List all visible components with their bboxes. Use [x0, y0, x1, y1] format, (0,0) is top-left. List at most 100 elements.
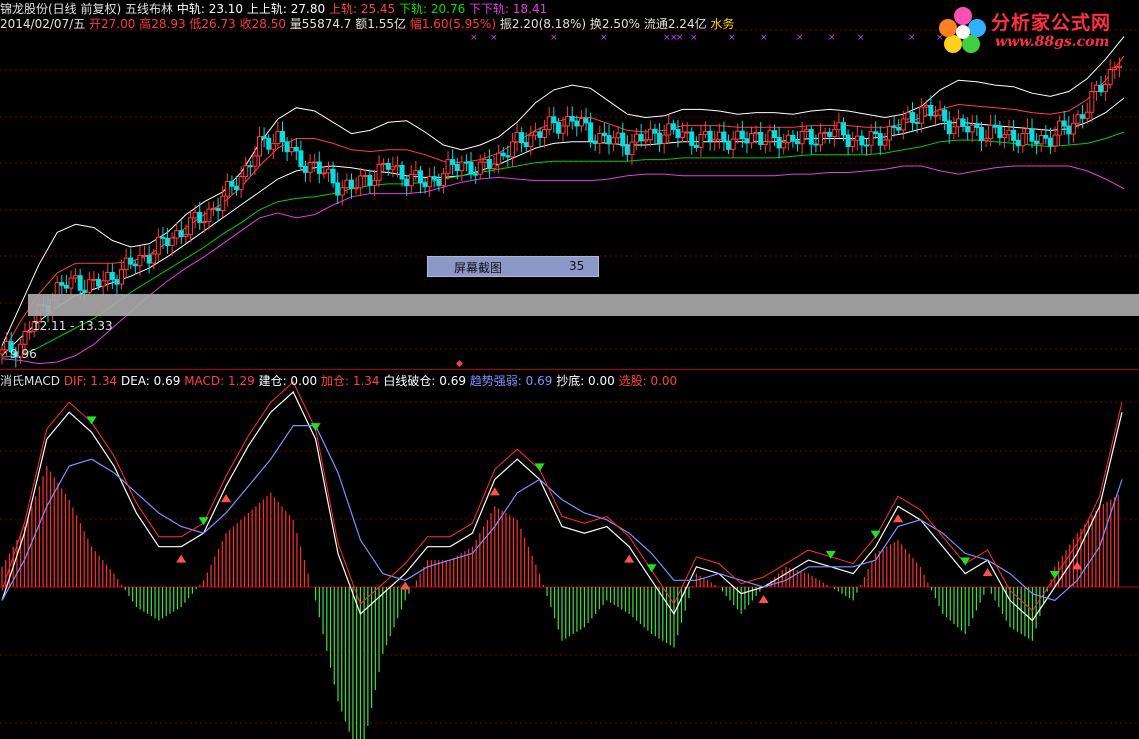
tooltip-label: 屏幕截图	[454, 261, 503, 275]
top-signal-mark: ×	[828, 33, 836, 43]
candle-body	[302, 165, 308, 173]
candle-body	[431, 176, 437, 180]
quote-sector: 水务	[710, 17, 735, 31]
candle-body	[234, 185, 240, 191]
candle-body	[744, 138, 750, 144]
candle-body	[257, 136, 263, 157]
candle-body	[643, 139, 649, 142]
candle-body	[381, 162, 387, 165]
chart-canvas[interactable]: × × × × × ×× × × × × × × × × ◆	[0, 0, 1139, 739]
candle-body	[684, 131, 690, 134]
candle-body	[1057, 120, 1063, 136]
candle-body	[496, 152, 502, 165]
candle-body	[951, 126, 957, 135]
candle-body	[992, 124, 998, 128]
candle-body	[942, 109, 948, 122]
candle-body	[224, 180, 230, 197]
buy-arrow-icon	[176, 554, 187, 563]
candle-body	[965, 125, 971, 133]
quote-change: 幅1.60(5.95%)	[409, 17, 497, 31]
buy-arrow-icon	[893, 514, 903, 523]
candle-body	[151, 253, 157, 264]
candle-body	[569, 116, 575, 122]
candle-body	[896, 126, 902, 131]
candle-body	[767, 130, 773, 143]
candle-body	[1098, 84, 1104, 93]
candle-body	[312, 161, 318, 164]
lower2-band-value: 下下轨: 18.41	[469, 2, 548, 16]
candle-body	[445, 159, 451, 175]
logo-url[interactable]: www.88gs.com	[995, 34, 1109, 50]
candle-body	[1061, 120, 1067, 127]
sell-arrow-icon	[870, 530, 881, 539]
candle-body	[519, 132, 525, 144]
candle-body	[808, 129, 814, 145]
quote-volume: 量55874.7	[289, 17, 352, 31]
dea-value: DEA: 0.69	[120, 374, 181, 388]
build-value: 建仓: 0.00	[258, 374, 318, 388]
candle-body	[753, 131, 759, 135]
candle-body	[698, 133, 704, 148]
macd-dea-line	[1, 425, 1123, 602]
candle-body	[542, 129, 548, 138]
candle-body	[4, 341, 10, 351]
candle-body	[1001, 134, 1007, 139]
candle-body	[367, 174, 373, 186]
quote-amount: 额1.55亿	[355, 17, 406, 31]
sell-arrow-icon	[310, 423, 321, 432]
candle-body	[137, 254, 143, 267]
candle-body	[1024, 128, 1030, 135]
price-range-bar[interactable]	[28, 294, 1139, 316]
trend-value: 趋势强弱: 0.69	[469, 374, 553, 388]
buy-arrow-icon	[982, 568, 993, 577]
mid-band-value: 中轨: 23.10	[176, 2, 244, 16]
candle-body	[629, 141, 635, 155]
quote-high: 高28.93	[139, 17, 186, 31]
candle-body	[1107, 69, 1113, 85]
candle-body	[105, 272, 111, 282]
candle-body	[220, 195, 226, 211]
macd-name: 消氏MACD	[0, 374, 60, 388]
site-logo: 分析家公式网 www.88gs.com	[935, 4, 1135, 56]
upper2-band-value: 上上轨: 27.80	[246, 2, 326, 16]
candle-body	[1103, 83, 1109, 93]
candle-body	[440, 173, 446, 186]
top-signal-mark: ×	[857, 33, 865, 43]
macd-dif-line	[1, 391, 1123, 622]
candle-body	[735, 130, 741, 140]
candle-body	[192, 211, 198, 219]
candle-body	[854, 135, 860, 141]
candle-body	[836, 122, 842, 131]
candle-body	[165, 237, 171, 247]
macd-value: MACD: 1.29	[184, 374, 255, 388]
candle-body	[1006, 129, 1012, 136]
candle-body	[436, 178, 442, 186]
candle-body	[307, 161, 313, 173]
candle-body	[376, 163, 382, 181]
top-signal-mark: ×	[470, 33, 478, 43]
candle-body	[647, 128, 653, 141]
candle-body	[638, 133, 644, 142]
candle-body	[799, 130, 805, 145]
candle-body	[73, 275, 79, 279]
candle-body	[280, 130, 285, 143]
candle-body	[1066, 125, 1072, 135]
candle-body	[509, 141, 515, 158]
candle-body	[712, 138, 718, 142]
candle-body	[247, 165, 253, 168]
candle-body	[261, 136, 267, 139]
candle-body	[390, 166, 396, 170]
candle-body	[59, 282, 65, 286]
top-signal-mark: ×	[760, 33, 768, 43]
candle-body	[781, 142, 787, 149]
candle-body	[997, 126, 1003, 139]
candle-body	[0, 349, 5, 355]
candle-body	[919, 106, 925, 124]
top-signal-mark: ×	[490, 33, 498, 43]
candle-body	[123, 257, 129, 271]
candle-body	[335, 182, 341, 196]
candle-body	[275, 130, 281, 145]
candle-body	[666, 123, 672, 136]
candle-body	[491, 163, 497, 170]
candle-body	[1011, 129, 1017, 141]
